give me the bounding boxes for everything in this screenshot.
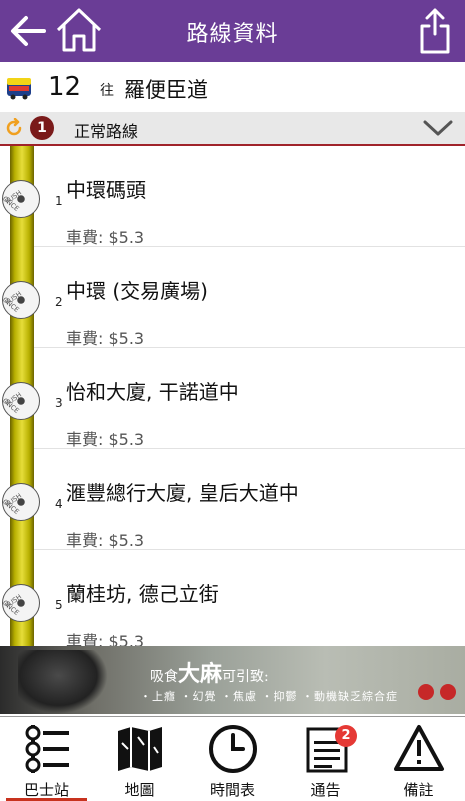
clock-icon (209, 725, 257, 773)
route-header: 12 往 羅便臣道 (0, 62, 465, 112)
stop-list[interactable]: PUSH ONCE 1 中環碼頭 車費: $5.3 PUSH ONCE 2 中環… (0, 146, 465, 646)
advertisement-banner[interactable]: 吸食大麻可引致: ・上癮 ・幻覺 ・焦慮 ・抑鬱 ・動機缺乏綜合症 (0, 646, 465, 714)
app-header: 路線資料 (0, 0, 465, 62)
stop-item[interactable]: PUSH ONCE 1 中環碼頭 車費: $5.3 (0, 146, 465, 247)
ad-text: ・上癮 ・幻覺 ・焦慮 ・抑鬱 ・動機缺乏綜合症 (140, 690, 398, 703)
stop-name: 中環碼頭 (66, 178, 146, 202)
stop-sequence: 4 (55, 497, 63, 511)
notification-badge: 2 (335, 725, 357, 747)
government-logo-icon (418, 684, 434, 700)
stop-item[interactable]: PUSH ONCE 5 蘭桂坊, 德己立街 車費: $5.3 (0, 550, 465, 646)
stop-sequence: 1 (55, 194, 63, 208)
stop-fare: 車費: $5.3 (66, 632, 145, 646)
refresh-icon[interactable] (4, 118, 24, 138)
stop-sequence: 2 (55, 295, 63, 309)
stop-item[interactable]: PUSH ONCE 3 怡和大廈, 干諾道中 車費: $5.3 (0, 348, 465, 449)
stop-name: 怡和大廈, 干諾道中 (66, 380, 239, 404)
tab-label: 備註 (403, 781, 434, 799)
tab-label: 通告 (310, 781, 341, 799)
route-variant-selector[interactable]: 1 正常路線 (0, 112, 465, 146)
direction-label: 往 (100, 83, 114, 99)
department-logo-icon (440, 684, 456, 700)
tab-timetable[interactable]: 時間表 (186, 717, 279, 801)
bottom-tab-bar: 巴士站 地圖 時間表 2 通告 備註 (0, 716, 465, 801)
stop-sequence: 5 (55, 598, 63, 612)
bus-stop-list-icon (25, 725, 69, 773)
tab-bus-stops[interactable]: 巴士站 (0, 717, 93, 801)
stop-fare: 車費: $5.3 (66, 329, 145, 348)
route-number: 12 (48, 72, 82, 102)
stop-item[interactable]: PUSH ONCE 4 滙豐總行大廈, 皇后大道中 車費: $5.3 (0, 449, 465, 550)
push-once-button-icon: PUSH ONCE (2, 281, 40, 319)
stop-fare: 車費: $5.3 (66, 228, 145, 247)
push-once-button-icon: PUSH ONCE (2, 180, 40, 218)
stop-item[interactable]: PUSH ONCE 2 中環 (交易廣場) 車費: $5.3 (0, 247, 465, 348)
tab-map[interactable]: 地圖 (93, 717, 186, 801)
variant-label: 正常路線 (74, 122, 139, 141)
stop-fare: 車費: $5.3 (66, 430, 145, 449)
tab-notices[interactable]: 2 通告 (279, 717, 372, 801)
warning-icon (394, 725, 444, 771)
chevron-down-icon[interactable] (423, 120, 453, 136)
stop-sequence: 3 (55, 396, 63, 410)
stop-name: 中環 (交易廣場) (66, 279, 208, 303)
stop-name: 滙豐總行大廈, 皇后大道中 (66, 481, 299, 505)
stop-name: 蘭桂坊, 德己立街 (66, 582, 219, 606)
variant-badge: 1 (30, 116, 54, 140)
tab-label: 巴士站 (23, 781, 69, 799)
tab-remarks[interactable]: 備註 (372, 717, 465, 801)
tab-label: 時間表 (209, 781, 255, 799)
share-icon[interactable] (419, 8, 451, 54)
map-icon (118, 727, 162, 771)
bus-icon (7, 78, 31, 100)
push-once-button-icon: PUSH ONCE (2, 382, 40, 420)
page-title: 路線資料 (186, 22, 279, 47)
ad-figure-image (18, 650, 108, 714)
push-once-button-icon: PUSH ONCE (2, 483, 40, 521)
stop-fare: 車費: $5.3 (66, 531, 145, 550)
route-destination: 羅便臣道 (124, 78, 208, 102)
tab-label: 地圖 (124, 781, 155, 799)
push-once-button-icon: PUSH ONCE (2, 584, 40, 622)
ad-title: 吸食大麻可引致: (150, 661, 269, 687)
